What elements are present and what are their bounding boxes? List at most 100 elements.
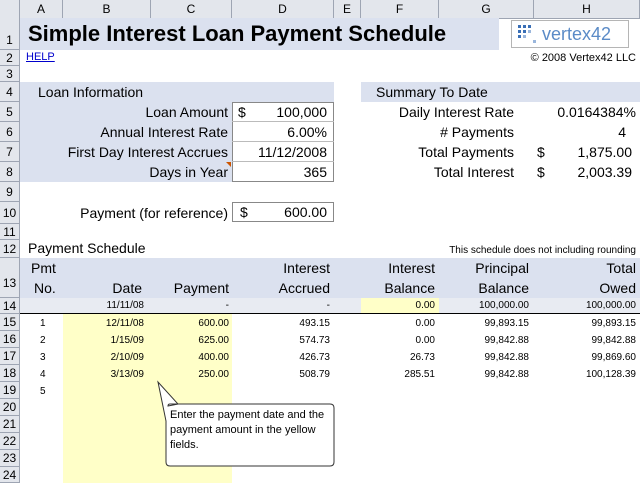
row-3-payment[interactable]: 400.00	[198, 352, 229, 363]
row-header-18[interactable]: 18	[0, 365, 20, 382]
row-1-principal: 99,893.15	[484, 318, 530, 329]
row-3-principal: 99,842.88	[484, 352, 530, 363]
initial-accrued: -	[326, 300, 330, 311]
column-header-c[interactable]: C	[151, 0, 232, 18]
loan-amount-currency: $	[238, 104, 246, 120]
loan-amount-label: Loan Amount	[145, 104, 228, 120]
row-header-10[interactable]: 10	[0, 202, 20, 224]
first-day-input[interactable]: 11/12/2008	[258, 144, 327, 160]
summary-header: Summary To Date	[376, 84, 488, 100]
row-4-owed: 100,128.39	[585, 369, 636, 380]
payment-ref-label: Payment (for reference)	[80, 205, 228, 221]
row-header-17[interactable]: 17	[0, 348, 20, 365]
row-1-accrued: 493.15	[299, 318, 330, 329]
select-all-corner[interactable]	[0, 0, 20, 18]
row-3-date[interactable]: 2/10/09	[111, 352, 144, 363]
row-header-12[interactable]: 12	[0, 240, 20, 258]
col-int-balance-label-1: Interest	[388, 260, 435, 276]
initial-payment: -	[225, 300, 229, 311]
row-header-21[interactable]: 21	[0, 416, 20, 433]
days-in-year-input[interactable]: 365	[304, 164, 327, 180]
col-accrued-label-1: Interest	[283, 260, 330, 276]
total-payments-value: 1,875.00	[577, 144, 633, 160]
row-header-13[interactable]: 13	[0, 258, 20, 298]
col-accrued-label-2: Accrued	[278, 280, 330, 296]
vertex42-logo: vertex42	[511, 20, 629, 48]
column-header-a[interactable]: A	[20, 0, 63, 18]
loan-info-header: Loan Information	[38, 84, 144, 100]
interest-rate-input[interactable]: 6.00%	[287, 124, 327, 140]
row-header-8[interactable]: 8	[0, 162, 20, 182]
daily-rate-label: Daily Interest Rate	[398, 104, 514, 120]
days-in-year-label: Days in Year	[149, 164, 228, 180]
help-link[interactable]: HELP	[26, 51, 55, 63]
row-header-23[interactable]: 23	[0, 450, 20, 467]
column-header-f[interactable]: F	[361, 0, 439, 18]
row-4-principal: 99,842.88	[484, 369, 530, 380]
col-date-label: Date	[112, 280, 142, 296]
row-2-payment[interactable]: 625.00	[198, 335, 229, 346]
row-2-principal: 99,842.88	[484, 335, 530, 346]
input-divider	[232, 161, 334, 162]
copyright-text: © 2008 Vertex42 LLC	[530, 52, 636, 64]
col-payment-label: Payment	[173, 280, 229, 296]
row-2-int-balance: 0.00	[415, 335, 435, 346]
total-interest-value: 2,003.39	[577, 164, 633, 180]
row-1-no: 1	[40, 318, 46, 329]
row-header-3[interactable]: 3	[0, 66, 20, 82]
column-header-b[interactable]: B	[63, 0, 151, 18]
total-interest-currency: $	[537, 164, 545, 180]
row-2-date[interactable]: 1/15/09	[111, 335, 144, 346]
row-header-9[interactable]: 9	[0, 182, 20, 202]
row-4-date[interactable]: 3/13/09	[111, 369, 144, 380]
row-header-20[interactable]: 20	[0, 399, 20, 416]
row-header-16[interactable]: 16	[0, 331, 20, 348]
schedule-note: This schedule does not including roundin…	[449, 245, 636, 256]
col-principal-label-1: Principal	[475, 260, 529, 276]
column-header-h[interactable]: H	[534, 0, 640, 18]
col-principal-label-2: Balance	[478, 280, 529, 296]
row-header-1[interactable]: 1	[0, 18, 20, 50]
input-divider	[232, 141, 334, 142]
row-1-payment[interactable]: 600.00	[198, 318, 229, 329]
total-payments-label: Total Payments	[418, 144, 514, 160]
total-payments-currency: $	[537, 144, 545, 160]
row-header-22[interactable]: 22	[0, 433, 20, 450]
row-header-7[interactable]: 7	[0, 142, 20, 162]
row-header-24[interactable]: 24	[0, 467, 20, 483]
row-header-19[interactable]: 19	[0, 382, 20, 399]
column-header-d[interactable]: D	[232, 0, 334, 18]
row-header-4[interactable]: 4	[0, 82, 20, 102]
column-header-e[interactable]: E	[334, 0, 361, 18]
logo-grid-icon	[518, 25, 536, 43]
daily-rate-value: 0.0164384%	[557, 104, 636, 120]
row-3-no: 3	[40, 352, 46, 363]
row-1-date[interactable]: 12/11/08	[106, 318, 144, 329]
column-header-g[interactable]: G	[439, 0, 534, 18]
col-owed-label-2: Owed	[599, 280, 636, 296]
initial-int-balance: 0.00	[415, 300, 435, 311]
row-header-6[interactable]: 6	[0, 122, 20, 142]
row-header-15[interactable]: 15	[0, 314, 20, 331]
row-2-accrued: 574.73	[299, 335, 330, 346]
initial-owed: 100,000.00	[585, 300, 636, 311]
num-payments-label: # Payments	[440, 124, 514, 140]
row-1-int-balance: 0.00	[415, 318, 435, 329]
row-3-int-balance: 26.73	[409, 352, 435, 363]
row-5-no: 5	[40, 386, 46, 397]
row-1-owed: 99,893.15	[591, 318, 637, 329]
row-header-2[interactable]: 2	[0, 50, 20, 66]
row-header-5[interactable]: 5	[0, 102, 20, 122]
row-header-11[interactable]: 11	[0, 224, 20, 240]
page-title: Simple Interest Loan Payment Schedule	[28, 21, 447, 46]
column-header-bar: A B C D E F G H	[0, 0, 640, 19]
comment-indicator-icon	[226, 162, 231, 167]
callout-text: Enter the payment date and the payment a…	[170, 409, 325, 451]
loan-amount-input[interactable]: 100,000	[276, 104, 327, 120]
col-pmt-label-2: No.	[34, 280, 56, 296]
row-3-accrued: 426.73	[299, 352, 330, 363]
col-int-balance-label-2: Balance	[384, 280, 435, 296]
row-header-14[interactable]: 14	[0, 298, 20, 314]
initial-principal: 100,000.00	[478, 300, 529, 311]
schedule-title: Payment Schedule	[28, 240, 146, 256]
